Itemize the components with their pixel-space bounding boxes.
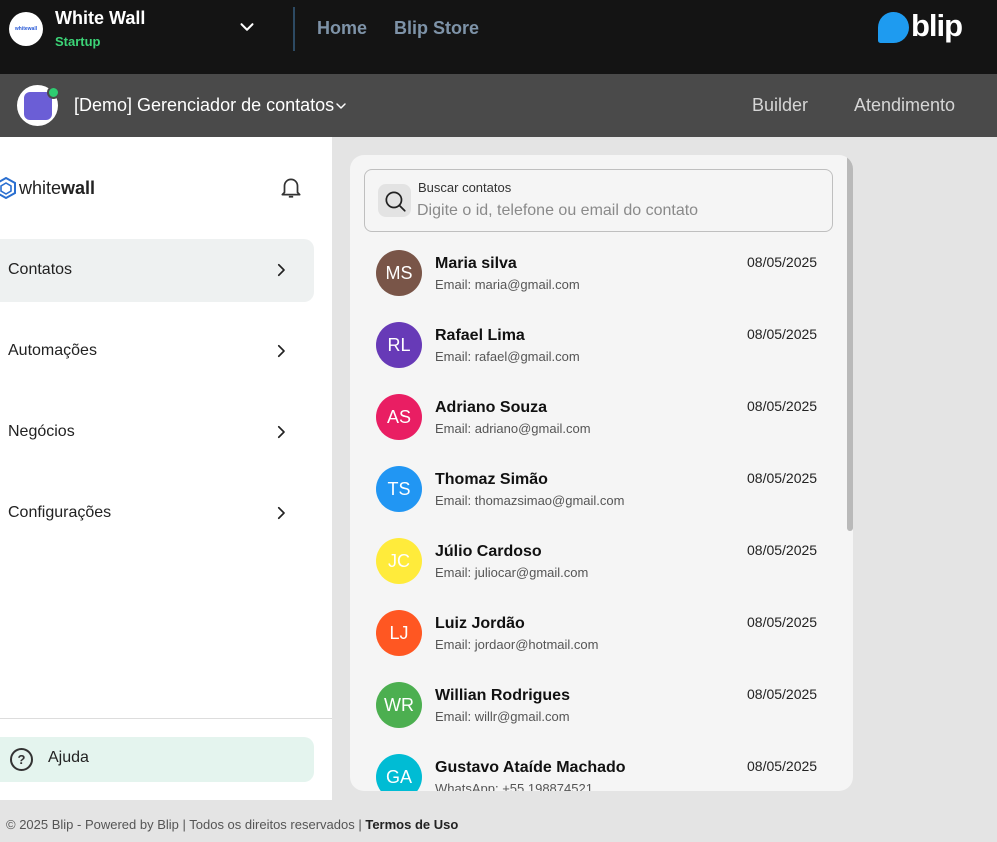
sidebar-item-label: Configurações — [8, 504, 112, 521]
help-label: Ajuda — [48, 749, 89, 766]
contact-row[interactable]: RL Rafael Lima Email: rafael@gmail.com 08/0… — [350, 322, 847, 394]
contact-name: Luiz Jordão — [435, 615, 525, 632]
chevron-right-icon — [277, 506, 285, 520]
contact-detail: Email: maria@gmail.com — [435, 277, 580, 292]
blip-logo[interactable]: blip — [878, 8, 973, 50]
contact-row[interactable]: JC Júlio Cardoso Email: juliocar@gmail.com… — [350, 538, 847, 610]
sidebar-item-label: Negócios — [8, 423, 75, 440]
contact-date: 08/05/2025 — [747, 470, 818, 486]
help-button[interactable]: ? Ajuda — [0, 737, 314, 782]
chevron-down-icon[interactable] — [236, 16, 258, 38]
logo-text-light: white — [19, 177, 62, 198]
sidebar-item-configuracoes[interactable]: Configurações — [0, 482, 314, 545]
whitewall-logo-icon — [0, 177, 16, 199]
contact-row[interactable]: LJ Luiz Jordão Email: jordaor@hotmail.com 0… — [350, 610, 847, 682]
chevron-right-icon — [277, 263, 285, 277]
org-plan-badge: Startup — [55, 34, 101, 49]
contact-detail: Email: rafael@gmail.com — [435, 349, 580, 364]
contact-date: 08/05/2025 — [747, 758, 818, 774]
terms-link[interactable]: Termos de Uso — [365, 817, 458, 832]
bell-icon[interactable] — [278, 174, 304, 200]
top-bar: whitewall White Wall Startup Home Blip S… — [0, 0, 997, 74]
question-icon: ? — [10, 748, 33, 771]
search-label: Buscar contatos — [418, 180, 512, 195]
nav-builder-link[interactable]: Builder — [752, 95, 808, 116]
contact-date: 08/05/2025 — [747, 686, 818, 702]
contact-row[interactable]: TS Thomaz Simão Email: thomazsimao@gmail.c… — [350, 466, 847, 538]
contact-detail: Email: juliocar@gmail.com — [435, 565, 589, 580]
avatar: MS — [376, 250, 422, 296]
contact-date: 08/05/2025 — [747, 326, 818, 342]
divider — [293, 7, 295, 51]
nav-home-link[interactable]: Home — [317, 18, 367, 39]
contact-date: 08/05/2025 — [747, 614, 818, 630]
contact-name: Willian Rodrigues — [435, 687, 570, 704]
blip-logo-text: blip — [911, 8, 963, 43]
avatar: WR — [376, 682, 422, 728]
org-avatar[interactable]: whitewall — [9, 12, 43, 46]
contact-detail: Email: thomazsimao@gmail.com — [435, 493, 625, 508]
contact-row[interactable]: AS Adriano Souza Email: adriano@gmail.com 0… — [350, 394, 847, 466]
contact-date: 08/05/2025 — [747, 542, 818, 558]
contact-row[interactable]: GA Gustavo Ataíde Machado WhatsApp: +55 19… — [350, 754, 847, 791]
org-logo-text: whitewall — [14, 26, 38, 32]
contact-name: Júlio Cardoso — [435, 543, 542, 560]
contact-name: Maria silva — [435, 255, 517, 272]
logo-text-bold: wall — [61, 177, 96, 198]
search-box[interactable]: Buscar contatos — [364, 169, 833, 232]
bot-bar: [Demo] Gerenciador de contatos Builder A… — [0, 74, 997, 137]
chevron-down-icon[interactable] — [333, 98, 349, 114]
chevron-right-icon — [277, 425, 285, 439]
scrollbar[interactable] — [847, 155, 853, 531]
nav-blip-store-link[interactable]: Blip Store — [394, 18, 479, 39]
avatar: JC — [376, 538, 422, 584]
contact-name: Rafael Lima — [435, 327, 525, 344]
avatar: LJ — [376, 610, 422, 656]
sidebar-item-label: Contatos — [8, 261, 73, 278]
contact-name: Gustavo Ataíde Machado — [435, 759, 626, 776]
contact-detail: Email: adriano@gmail.com — [435, 421, 591, 436]
sidebar-item-automacoes[interactable]: Automações — [0, 320, 314, 383]
search-icon — [378, 184, 411, 217]
footer: © 2025 Blip - Powered by Blip | Todos os… — [6, 817, 458, 832]
contact-name: Adriano Souza — [435, 399, 548, 416]
avatar: RL — [376, 322, 422, 368]
sidebar: whitewall Contatos Automações Negócios C… — [0, 137, 332, 800]
chevron-right-icon — [277, 344, 285, 358]
contact-name: Thomaz Simão — [435, 471, 548, 488]
avatar: GA — [376, 754, 422, 791]
contact-row[interactable]: WR Willian Rodrigues Email: willr@gmail.co… — [350, 682, 847, 754]
contact-date: 08/05/2025 — [747, 398, 818, 414]
blip-bubble-icon — [878, 12, 909, 43]
sidebar-item-label: Automações — [8, 342, 97, 359]
contact-detail: Email: willr@gmail.com — [435, 709, 570, 724]
avatar: TS — [376, 466, 422, 512]
footer-text: © 2025 Blip - Powered by Blip | Todos os… — [6, 817, 362, 832]
contact-detail: Email: jordaor@hotmail.com — [435, 637, 599, 652]
nav-atendimento-link[interactable]: Atendimento — [854, 95, 955, 116]
contacts-panel: Buscar contatos MS Maria silva Email: mari… — [350, 155, 853, 791]
divider — [0, 718, 332, 719]
search-input[interactable] — [417, 200, 817, 222]
contact-date: 08/05/2025 — [747, 254, 818, 270]
contact-row[interactable]: MS Maria silva Email: maria@gmail.com 08/05… — [350, 250, 847, 322]
whitewall-logo: whitewall — [0, 177, 95, 199]
sidebar-item-contatos[interactable]: Contatos — [0, 239, 314, 302]
contact-detail: WhatsApp: +55 198874521 — [435, 781, 593, 791]
avatar: AS — [376, 394, 422, 440]
online-status-icon — [47, 86, 60, 99]
org-name[interactable]: White Wall — [55, 8, 145, 29]
bot-name[interactable]: [Demo] Gerenciador de contatos — [74, 95, 334, 116]
sidebar-item-negocios[interactable]: Negócios — [0, 401, 314, 464]
